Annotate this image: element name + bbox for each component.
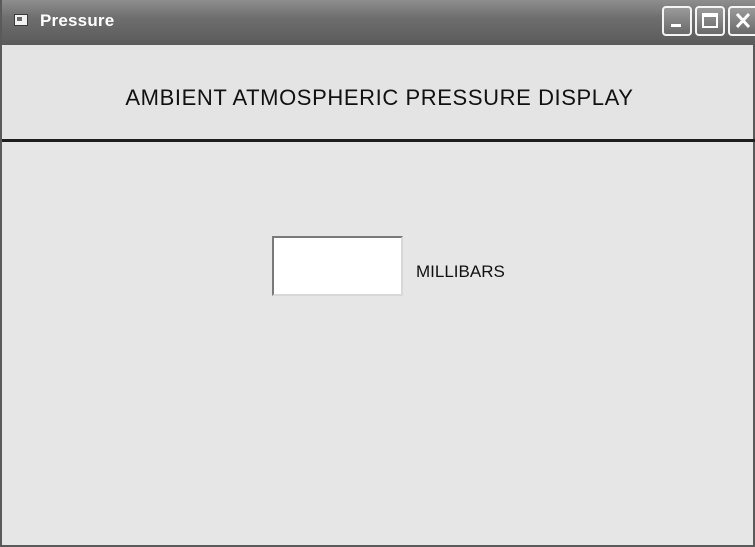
window-icon[interactable] (14, 14, 28, 26)
pressure-window: Pressure AMBIENT ATMOSPHERIC PRESSURE DI… (0, 0, 755, 547)
minimize-button[interactable] (662, 6, 692, 36)
pressure-value-field[interactable] (272, 236, 403, 296)
unit-label: MILLIBARS (416, 262, 505, 281)
header-divider (2, 139, 755, 142)
close-button[interactable] (728, 6, 755, 36)
maximize-icon (702, 13, 718, 28)
page-title: AMBIENT ATMOSPHERIC PRESSURE DISPLAY (125, 85, 634, 110)
window-title: Pressure (40, 11, 115, 30)
maximize-button[interactable] (695, 6, 725, 36)
minimize-icon (671, 24, 681, 27)
title-bar[interactable]: Pressure (2, 0, 755, 45)
close-icon (735, 12, 751, 29)
